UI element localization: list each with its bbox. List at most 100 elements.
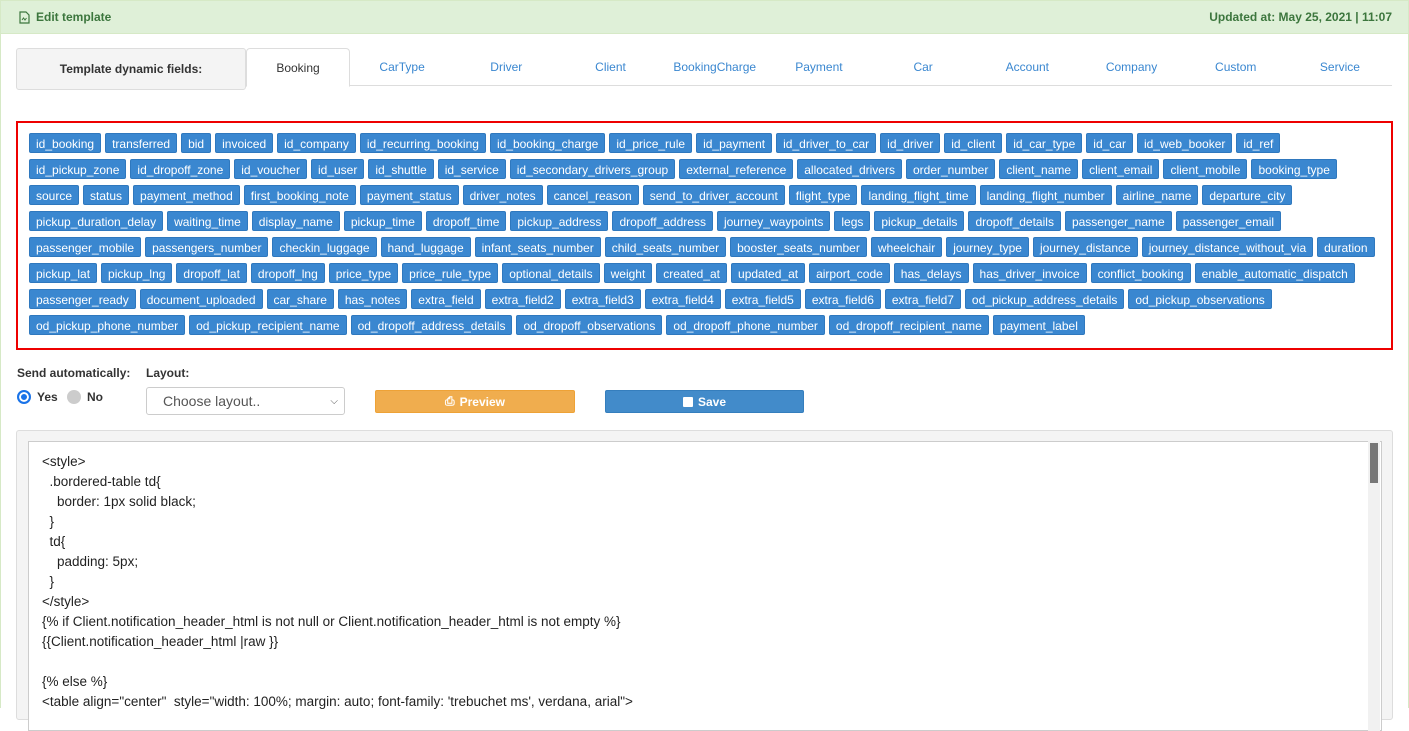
field-tag[interactable]: journey_waypoints (716, 211, 831, 231)
field-tag[interactable]: passenger_mobile (29, 237, 142, 257)
template-editor-textarea[interactable]: <style> .bordered-table td{ border: 1px … (28, 441, 1382, 731)
field-tag[interactable]: extra_field6 (804, 289, 881, 309)
field-tag[interactable]: payment_method (133, 185, 240, 205)
field-tag[interactable]: price_rule_type (402, 263, 499, 283)
field-tag[interactable]: landing_flight_time (861, 185, 976, 205)
field-tag[interactable]: infant_seats_number (474, 237, 601, 257)
field-tag[interactable]: id_pickup_zone (29, 159, 127, 179)
field-tag[interactable]: status (83, 185, 130, 205)
field-tag[interactable]: id_payment (696, 133, 773, 153)
field-tag[interactable]: passengers_number (145, 237, 269, 257)
tab-account[interactable]: Account (975, 48, 1079, 86)
field-tag[interactable]: id_car (1086, 133, 1133, 153)
field-tag[interactable]: booster_seats_number (730, 237, 867, 257)
field-tag[interactable]: optional_details (502, 263, 600, 283)
tab-booking[interactable]: Booking (246, 48, 350, 87)
field-tag[interactable]: first_booking_note (243, 185, 356, 205)
field-tag[interactable]: invoiced (215, 133, 274, 153)
field-tag[interactable]: wheelchair (870, 237, 943, 257)
field-tag[interactable]: price_type (328, 263, 399, 283)
scrollbar-thumb[interactable] (1370, 443, 1378, 483)
field-tag[interactable]: client_email (1082, 159, 1160, 179)
field-tag[interactable]: hand_luggage (380, 237, 471, 257)
tab-payment[interactable]: Payment (767, 48, 871, 86)
save-button[interactable]: Save (605, 390, 804, 413)
field-tag[interactable]: payment_status (359, 185, 459, 205)
field-tag[interactable]: car_share (266, 289, 334, 309)
preview-button[interactable]: ⎙ Preview (375, 390, 575, 413)
field-tag[interactable]: dropoff_time (425, 211, 507, 231)
field-tag[interactable]: landing_flight_number (979, 185, 1112, 205)
tab-bookingcharge[interactable]: BookingCharge (663, 48, 767, 86)
tab-client[interactable]: Client (558, 48, 662, 86)
field-tag[interactable]: transferred (105, 133, 178, 153)
field-tag[interactable]: passenger_email (1175, 211, 1282, 231)
field-tag[interactable]: pickup_lng (101, 263, 173, 283)
field-tag[interactable]: pickup_lat (29, 263, 98, 283)
field-tag[interactable]: airline_name (1115, 185, 1199, 205)
editor-scrollbar[interactable] (1368, 441, 1380, 731)
field-tag[interactable]: driver_notes (462, 185, 543, 205)
field-tag[interactable]: od_pickup_address_details (964, 289, 1125, 309)
field-tag[interactable]: has_notes (337, 289, 408, 309)
field-tag[interactable]: weight (603, 263, 653, 283)
field-tag[interactable]: id_company (277, 133, 356, 153)
field-tag[interactable]: journey_distance_without_via (1141, 237, 1314, 257)
field-tag[interactable]: pickup_details (874, 211, 965, 231)
field-tag[interactable]: id_shuttle (368, 159, 434, 179)
field-tag[interactable]: departure_city (1202, 185, 1293, 205)
field-tag[interactable]: id_web_booker (1136, 133, 1233, 153)
tab-company[interactable]: Company (1079, 48, 1183, 86)
field-tag[interactable]: od_pickup_observations (1128, 289, 1272, 309)
field-tag[interactable]: legs (834, 211, 871, 231)
field-tag[interactable]: duration (1317, 237, 1375, 257)
field-tag[interactable]: dropoff_lat (176, 263, 247, 283)
field-tag[interactable]: booking_type (1251, 159, 1337, 179)
field-tag[interactable]: journey_distance (1032, 237, 1138, 257)
field-tag[interactable]: dropoff_lng (250, 263, 325, 283)
field-tag[interactable]: source (29, 185, 80, 205)
field-tag[interactable]: extra_field2 (484, 289, 561, 309)
field-tag[interactable]: id_driver (880, 133, 941, 153)
field-tag[interactable]: dropoff_address (612, 211, 713, 231)
tab-service[interactable]: Service (1288, 48, 1392, 86)
radio-no[interactable]: No (67, 390, 103, 404)
field-tag[interactable]: id_car_type (1006, 133, 1083, 153)
field-tag[interactable]: journey_type (946, 237, 1029, 257)
field-tag[interactable]: checkin_luggage (272, 237, 377, 257)
field-tag[interactable]: document_uploaded (139, 289, 263, 309)
field-tag[interactable]: id_ref (1236, 133, 1281, 153)
field-tag[interactable]: has_driver_invoice (972, 263, 1087, 283)
field-tag[interactable]: extra_field7 (884, 289, 961, 309)
field-tag[interactable]: order_number (905, 159, 996, 179)
field-tag[interactable]: extra_field4 (644, 289, 721, 309)
field-tag[interactable]: id_dropoff_zone (130, 159, 231, 179)
field-tag[interactable]: updated_at (731, 263, 806, 283)
field-tag[interactable]: conflict_booking (1090, 263, 1191, 283)
field-tag[interactable]: send_to_driver_account (642, 185, 785, 205)
field-tag[interactable]: waiting_time (167, 211, 248, 231)
field-tag[interactable]: pickup_time (343, 211, 422, 231)
field-tag[interactable]: od_dropoff_address_details (350, 315, 513, 335)
field-tag[interactable]: passenger_ready (29, 289, 136, 309)
radio-yes[interactable]: Yes (17, 390, 58, 404)
field-tag[interactable]: id_service (437, 159, 506, 179)
field-tag[interactable]: od_pickup_phone_number (29, 315, 186, 335)
field-tag[interactable]: allocated_drivers (797, 159, 902, 179)
field-tag[interactable]: id_recurring_booking (359, 133, 486, 153)
field-tag[interactable]: client_name (999, 159, 1079, 179)
tab-cartype[interactable]: CarType (350, 48, 454, 86)
field-tag[interactable]: external_reference (679, 159, 794, 179)
field-tag[interactable]: child_seats_number (604, 237, 727, 257)
field-tag[interactable]: pickup_duration_delay (29, 211, 164, 231)
field-tag[interactable]: display_name (251, 211, 340, 231)
field-tag[interactable]: od_dropoff_phone_number (666, 315, 825, 335)
field-tag[interactable]: pickup_address (510, 211, 609, 231)
field-tag[interactable]: airport_code (809, 263, 890, 283)
tab-custom[interactable]: Custom (1184, 48, 1288, 86)
field-tag[interactable]: created_at (656, 263, 728, 283)
field-tag[interactable]: id_price_rule (609, 133, 693, 153)
field-tag[interactable]: id_voucher (234, 159, 307, 179)
field-tag[interactable]: passenger_name (1064, 211, 1172, 231)
field-tag[interactable]: id_client (944, 133, 1003, 153)
